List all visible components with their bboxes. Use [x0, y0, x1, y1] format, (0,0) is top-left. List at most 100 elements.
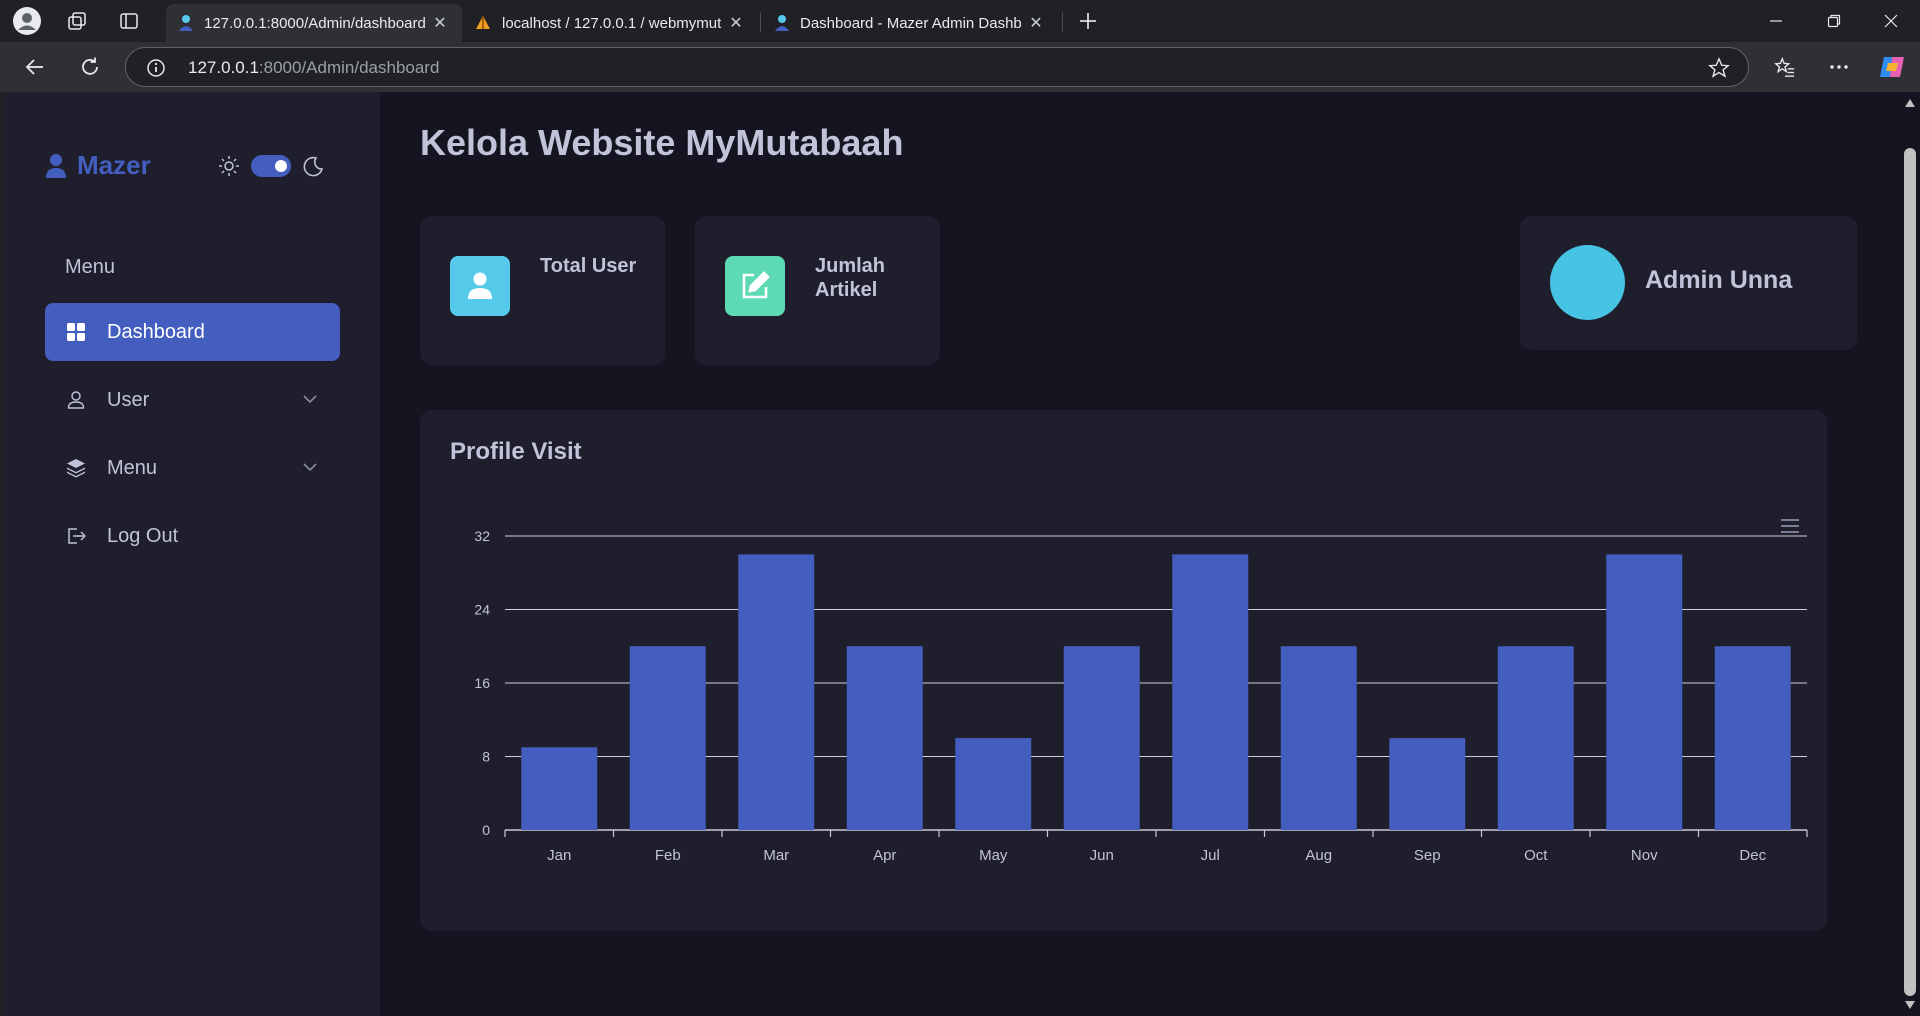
restore-icon[interactable]	[1805, 0, 1863, 42]
url-path: :8000/Admin/dashboard	[258, 58, 440, 77]
star-icon[interactable]	[1708, 57, 1730, 79]
sidebar-item-menu[interactable]: Menu	[45, 439, 340, 497]
bar	[846, 646, 923, 830]
tab-separator	[760, 12, 761, 32]
logout-icon	[65, 525, 87, 547]
person-favicon-icon	[179, 15, 193, 31]
bar	[955, 738, 1032, 830]
sidebar-item-logout[interactable]: Log Out	[45, 507, 340, 565]
brand-logo[interactable]: Mazer	[45, 150, 151, 181]
bar	[1497, 646, 1574, 830]
dark-mode-switch[interactable]	[251, 155, 291, 177]
scrollbar-thumb[interactable]	[1904, 148, 1916, 996]
tab-mazer-dashboard[interactable]: Dashboard - Mazer Admin Dashb ✕	[762, 4, 1058, 42]
bar	[629, 646, 706, 830]
copilot-icon[interactable]	[1874, 50, 1910, 84]
tab-dashboard-admin[interactable]: 127.0.0.1:8000/Admin/dashboard ✕	[166, 4, 462, 42]
stat-card-total-user: Total User	[420, 216, 665, 365]
avatar[interactable]	[1550, 245, 1625, 320]
browser-tab-bar: 127.0.0.1:8000/Admin/dashboard ✕ localho…	[0, 0, 1920, 42]
browser-toolbar: 127.0.0.1:8000/Admin/dashboard	[0, 42, 1920, 92]
bar	[1063, 646, 1140, 830]
x-tick-label: Nov	[1631, 847, 1658, 864]
tab-separator	[1062, 12, 1063, 32]
tab-phpmyadmin[interactable]: localhost / 127.0.0.1 / webmymut ✕	[462, 4, 758, 42]
x-tick-label: Sep	[1414, 847, 1441, 864]
tab-actions-icon[interactable]	[114, 6, 144, 36]
bar	[1714, 646, 1791, 830]
stat-label: Total User	[540, 255, 637, 277]
sidebar-item-user[interactable]: User	[45, 371, 340, 429]
workspaces-icon[interactable]	[62, 6, 92, 36]
sidebar-item-label: Log Out	[107, 524, 179, 547]
moon-icon	[303, 156, 324, 177]
person-icon	[46, 153, 66, 178]
person-favicon-icon	[775, 15, 789, 31]
scrollbar[interactable]	[1900, 92, 1920, 1016]
sidebar: Mazer Menu Dashboard User Menu Log Out	[5, 92, 380, 1016]
bar-chart: 0 8 16 24 32 Jan Feb Mar Apr May Jun Jul Aug Sep Oct No…	[474, 528, 1808, 864]
tab-title: localhost / 127.0.0.1 / webmymut	[502, 14, 722, 32]
reload-icon[interactable]	[72, 50, 108, 84]
x-tick-label: Aug	[1305, 847, 1332, 864]
x-tick-label: Apr	[873, 847, 896, 864]
sailboat-favicon-icon	[476, 16, 490, 29]
x-tick-label: Jan	[547, 847, 571, 864]
tab-title: 127.0.0.1:8000/Admin/dashboard	[204, 14, 426, 32]
x-tick-label: Oct	[1524, 847, 1548, 864]
stack-icon	[65, 457, 87, 479]
close-tab-icon[interactable]: ✕	[1026, 13, 1046, 33]
bar	[738, 554, 815, 830]
url-text: 127.0.0.1:8000/Admin/dashboard	[188, 58, 439, 78]
y-tick-label: 16	[474, 675, 490, 691]
chevron-down-icon	[303, 395, 317, 404]
theme-toggle	[217, 154, 325, 178]
profile-name: Admin Unna	[1645, 266, 1793, 294]
close-window-icon[interactable]	[1862, 0, 1920, 42]
sun-icon	[219, 156, 239, 176]
minimize-icon[interactable]	[1747, 0, 1805, 42]
x-tick-label: May	[979, 847, 1008, 864]
tab-title: Dashboard - Mazer Admin Dashb	[800, 14, 1022, 32]
sidebar-menu-title: Menu	[65, 256, 116, 278]
y-tick-label: 24	[474, 602, 490, 618]
y-tick-label: 32	[474, 528, 490, 544]
x-tick-label: Feb	[655, 847, 681, 864]
profile-visit-card: Profile Visit 0 8 16 24 32 Jan Feb Mar Apr May Jun…	[420, 410, 1827, 931]
scroll-up-icon[interactable]	[1904, 98, 1916, 108]
sidebar-item-label: Dashboard	[107, 320, 205, 343]
x-tick-label: Jun	[1090, 847, 1114, 864]
edit-icon	[725, 256, 785, 316]
x-tick-label: Jul	[1201, 847, 1220, 864]
x-tick-label: Mar	[763, 847, 789, 864]
scroll-down-icon[interactable]	[1904, 1000, 1916, 1010]
person-icon	[450, 256, 510, 316]
stat-card-jumlah-artikel: Jumlah Artikel	[695, 216, 940, 365]
bar	[1389, 738, 1466, 830]
favorites-icon[interactable]	[1767, 50, 1803, 84]
sidebar-item-dashboard[interactable]: Dashboard	[45, 303, 340, 361]
url-host: 127.0.0.1	[188, 58, 259, 77]
page-viewport: Mazer Menu Dashboard User Menu Log Out K…	[5, 92, 1920, 1016]
page-title: Kelola Website MyMutabaah	[420, 122, 904, 163]
sidebar-item-label: User	[107, 388, 150, 411]
site-info-icon[interactable]	[146, 58, 166, 78]
close-tab-icon[interactable]: ✕	[726, 13, 746, 33]
grid-icon	[65, 321, 87, 343]
new-tab-icon[interactable]	[1073, 6, 1103, 36]
y-tick-label: 8	[482, 749, 490, 765]
profile-card: Admin Unna	[1520, 216, 1857, 350]
bar	[1606, 554, 1683, 830]
brand-name: Mazer	[77, 150, 151, 180]
bar	[521, 747, 598, 830]
profile-icon[interactable]	[12, 6, 42, 36]
back-icon[interactable]	[17, 50, 53, 84]
address-bar[interactable]: 127.0.0.1:8000/Admin/dashboard	[125, 47, 1749, 87]
bar	[1280, 646, 1357, 830]
bar	[1172, 554, 1249, 830]
y-tick-label: 0	[482, 822, 490, 838]
stat-label: Jumlah Artikel	[815, 255, 886, 301]
chevron-down-icon	[303, 463, 317, 472]
more-options-icon[interactable]	[1821, 50, 1857, 84]
close-tab-icon[interactable]: ✕	[430, 13, 450, 33]
